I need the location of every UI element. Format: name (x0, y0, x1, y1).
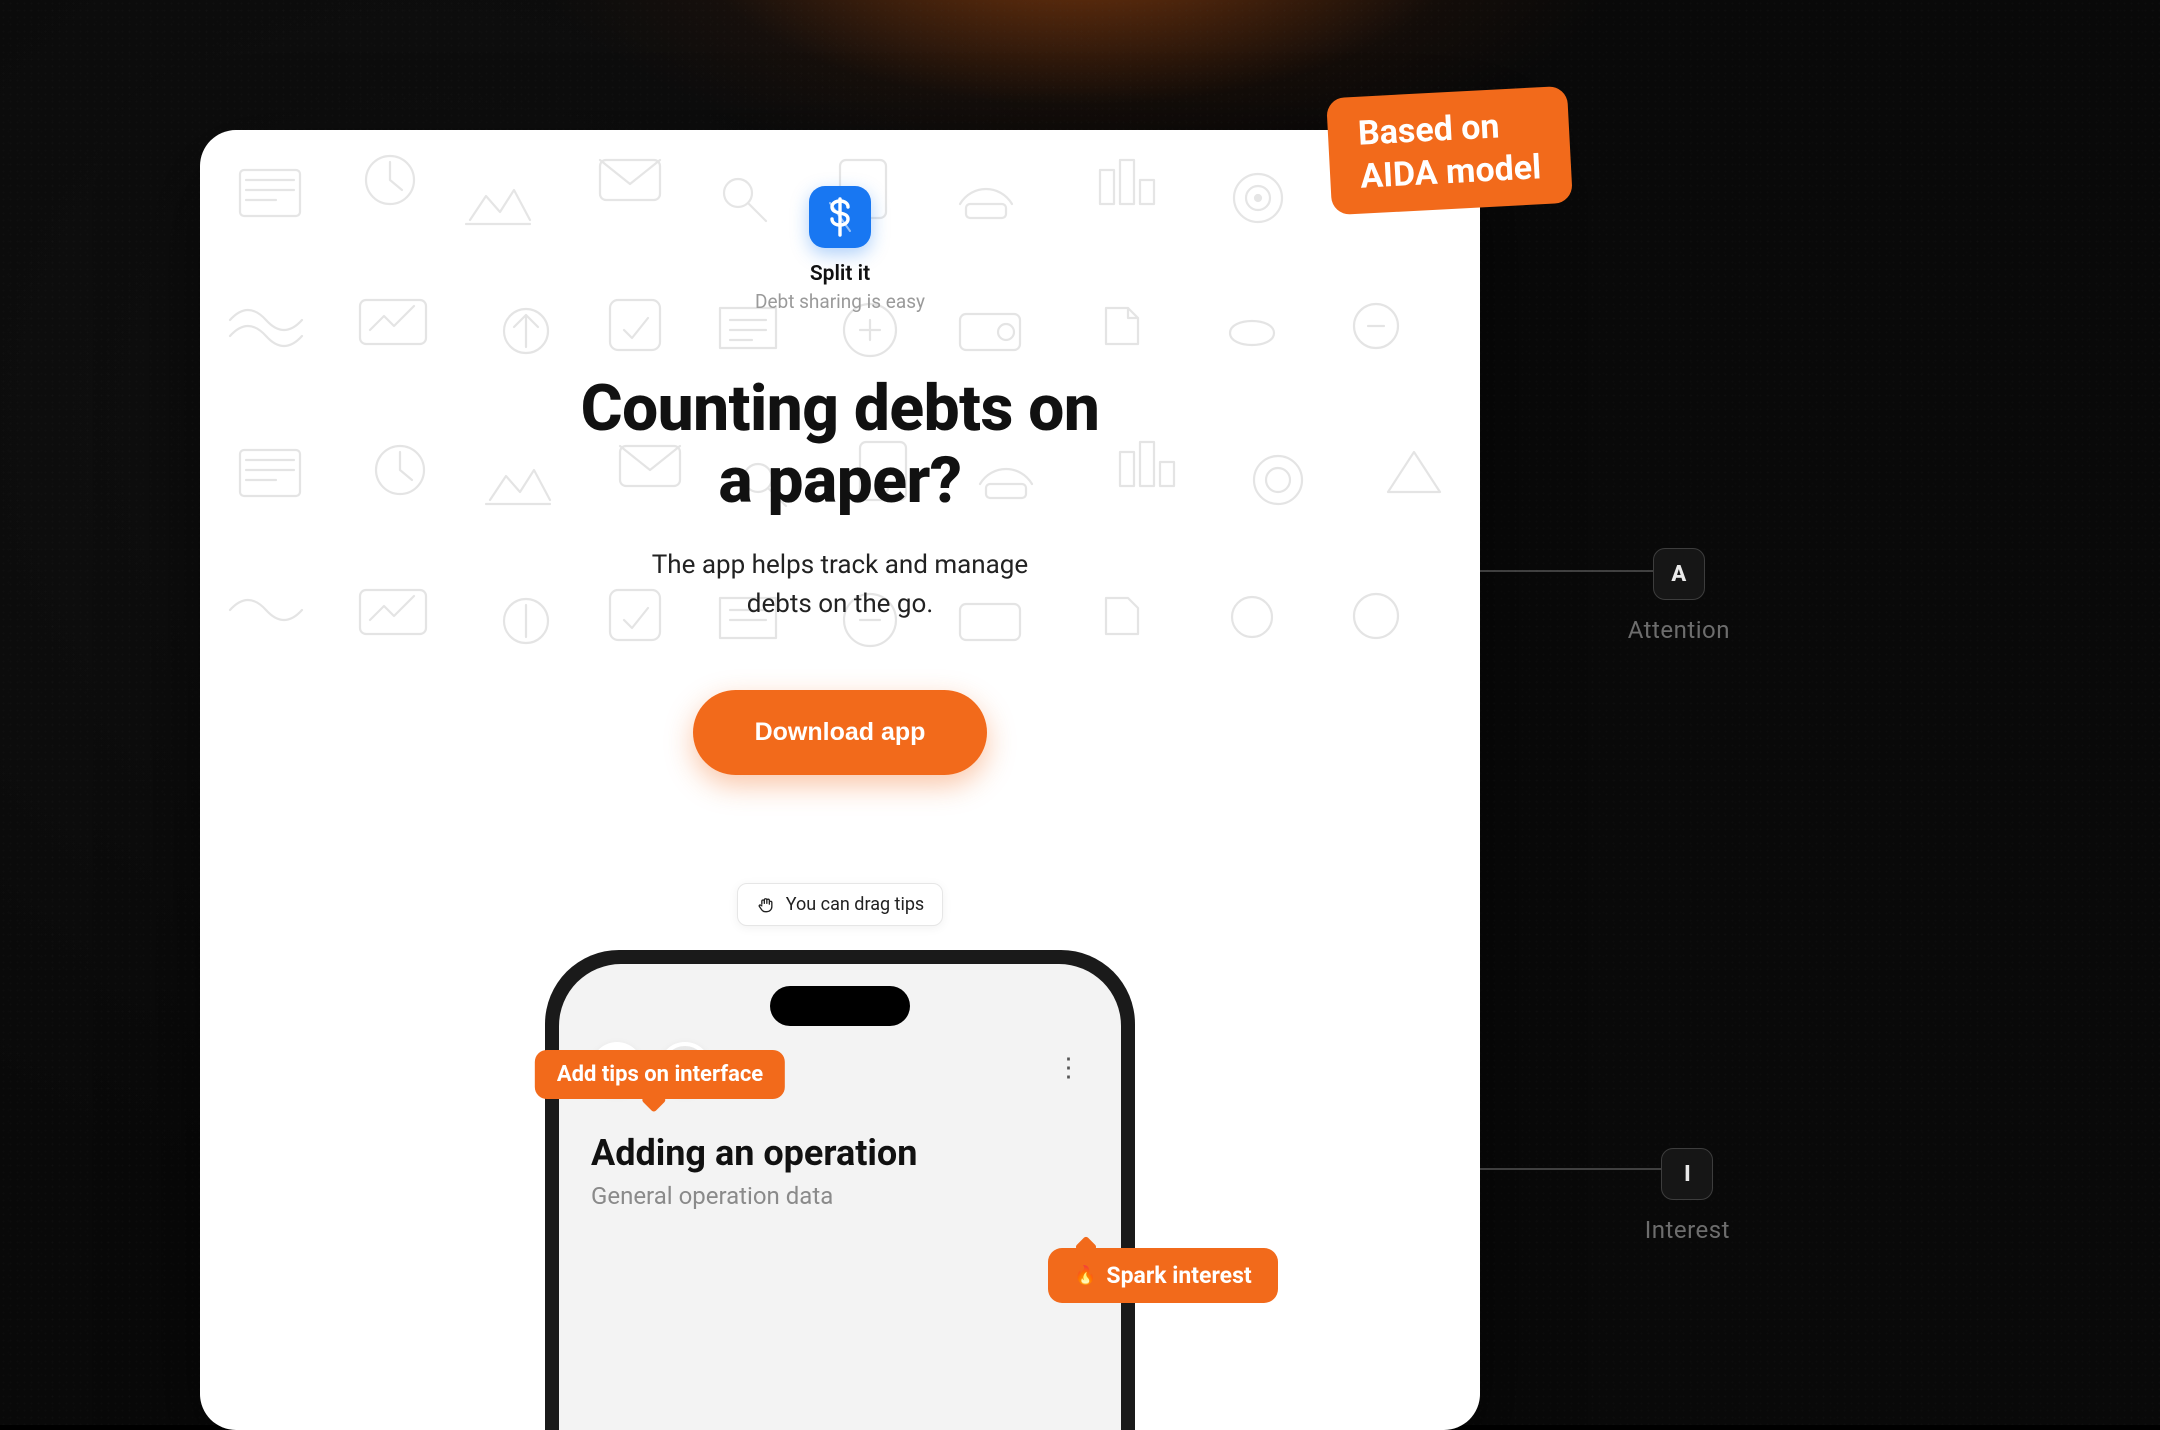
app-logo (809, 186, 871, 248)
hero-title-line1: Counting debts on (581, 371, 1100, 446)
add-tips-label: Add tips on interface (557, 1062, 763, 1087)
spark-interest-badge[interactable]: 🔥 Spark interest (1048, 1248, 1278, 1303)
aida-badge: Based on AIDA model (1326, 86, 1573, 215)
marker-interest: I Interest (1645, 1148, 1730, 1244)
flame-icon: 🔥 (1074, 1265, 1096, 1286)
dollar-icon (824, 197, 856, 237)
marker-key-a: A (1653, 548, 1705, 600)
phone-screen: Alex ⋮ Adding an operation General opera… (559, 964, 1121, 1430)
hero-sub-line2: debts on the go. (747, 589, 933, 619)
hero-subtitle: The app helps track and manage debts on … (200, 546, 1480, 624)
hero-title: Counting debts on a paper? (200, 373, 1480, 516)
marker-line-interest (1480, 1168, 1670, 1170)
dynamic-island (770, 986, 910, 1026)
grab-hand-icon (756, 895, 776, 915)
hero-sub-line1: The app helps track and manage (652, 550, 1028, 580)
drag-hint-label: You can drag tips (786, 894, 924, 915)
drag-tips-hint[interactable]: You can drag tips (737, 883, 943, 926)
more-menu-button[interactable]: ⋮ (1049, 1053, 1089, 1083)
app-tagline: Debt sharing is easy (755, 290, 925, 313)
add-tips-badge[interactable]: Add tips on interface (535, 1050, 785, 1099)
canvas: Split it Debt sharing is easy Counting d… (0, 0, 2160, 1425)
marker-label-attention: Attention (1628, 616, 1730, 644)
phone-mock: Alex ⋮ Adding an operation General opera… (545, 950, 1135, 1430)
screen-title: Adding an operation (591, 1132, 1089, 1174)
phone-body: Adding an operation General operation da… (591, 1132, 1089, 1210)
app-name: Split it (810, 262, 870, 286)
screen-subtitle: General operation data (591, 1182, 1089, 1210)
hero-title-line2: a paper? (718, 443, 961, 518)
landing-card: Split it Debt sharing is easy Counting d… (200, 130, 1480, 1430)
marker-key-i: I (1661, 1148, 1713, 1200)
download-app-button[interactable]: Download app (693, 690, 988, 775)
brand: Split it Debt sharing is easy (200, 186, 1480, 313)
spark-label: Spark interest (1106, 1262, 1251, 1289)
marker-label-interest: Interest (1645, 1216, 1730, 1244)
aida-line2: AIDA model (1359, 146, 1542, 198)
marker-attention: A Attention (1628, 548, 1730, 644)
